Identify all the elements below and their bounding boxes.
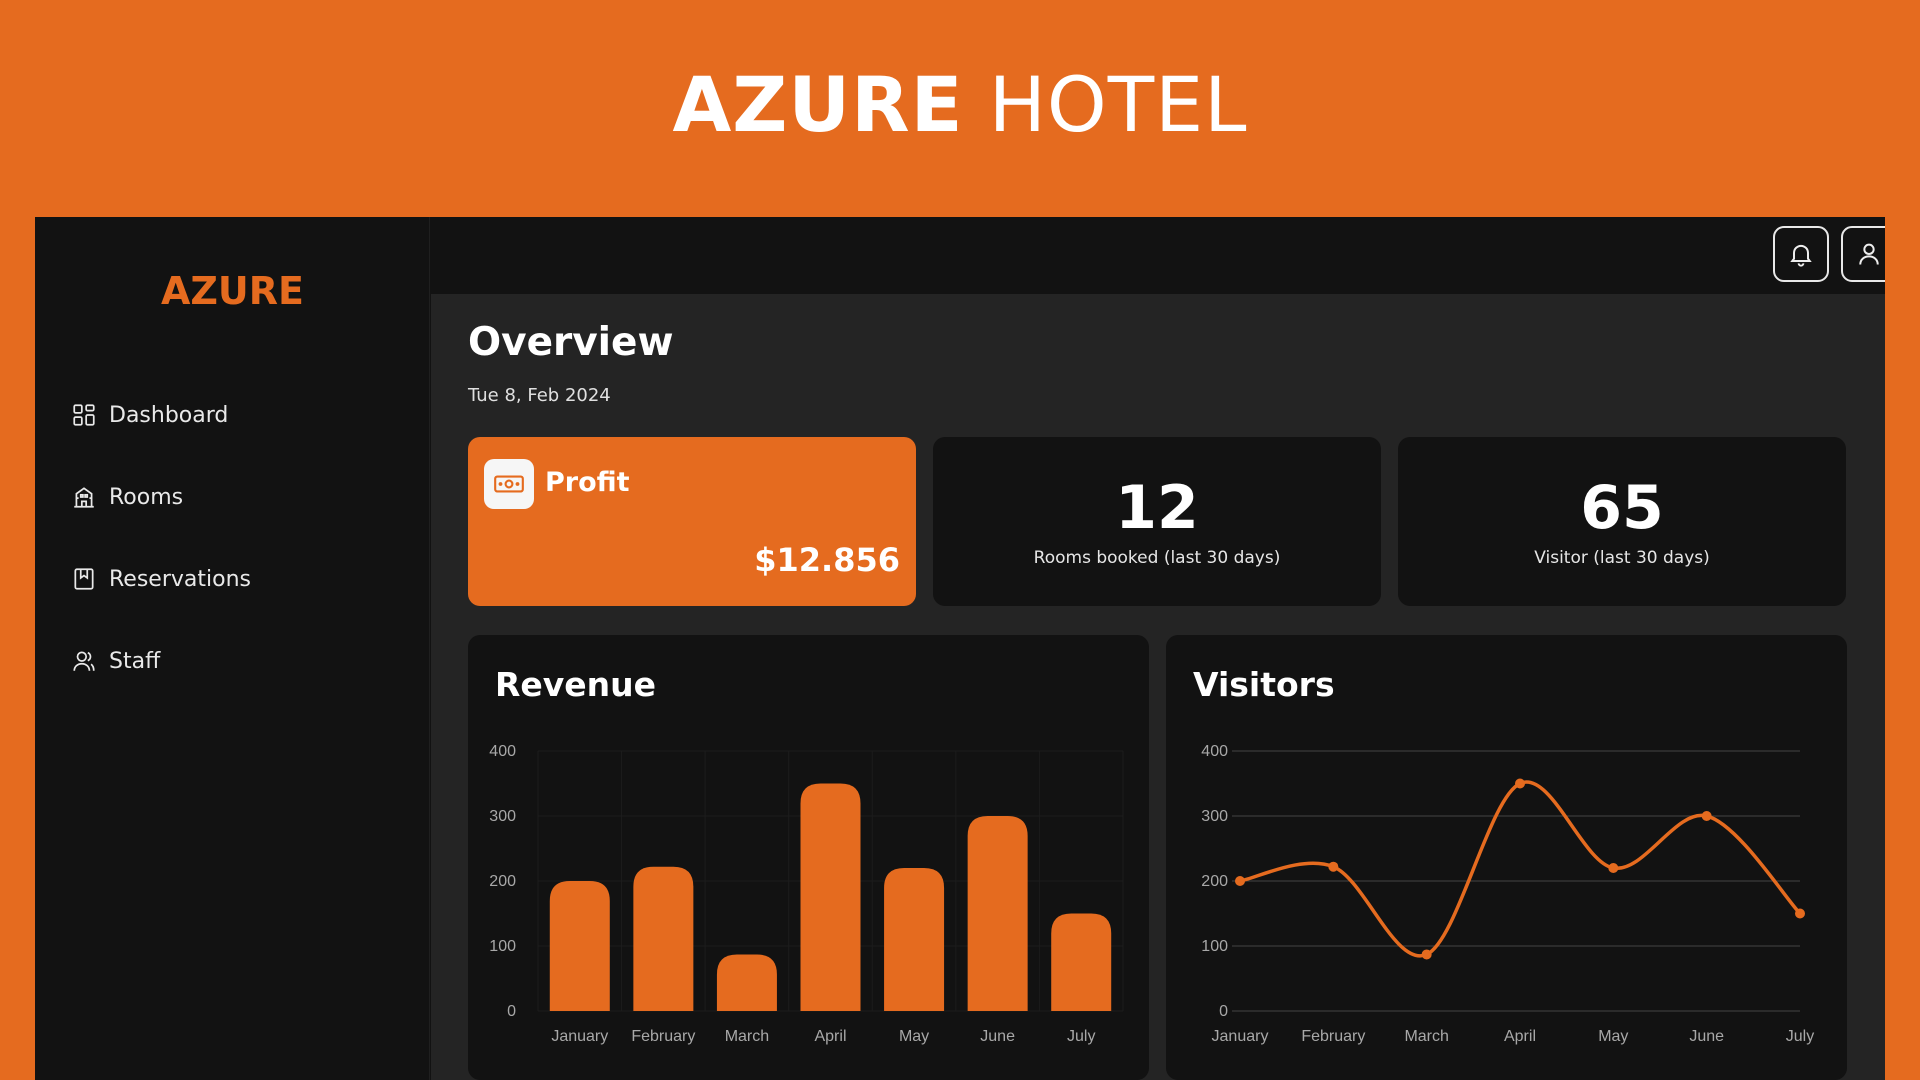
banner-title: AZURE HOTEL	[672, 60, 1247, 149]
revenue-title: Revenue	[495, 665, 657, 704]
money-icon	[484, 459, 534, 509]
sidebar-item-dashboard[interactable]: Dashboard	[71, 400, 251, 430]
sidebar-item-label: Dashboard	[109, 402, 229, 428]
x-tick-label: January	[551, 1028, 608, 1045]
x-tick-label: June	[1689, 1028, 1724, 1045]
x-tick-label: May	[899, 1028, 929, 1045]
y-tick-label: 200	[489, 873, 516, 890]
rooms-booked-value: 12	[1115, 473, 1199, 543]
revenue-bar[interactable]	[549, 881, 610, 1011]
x-tick-label: May	[1598, 1028, 1628, 1045]
dashboard-icon	[73, 404, 95, 426]
y-tick-label: 300	[1201, 808, 1228, 825]
profit-card[interactable]: Profit $12.856	[468, 437, 916, 606]
visitors-point[interactable]	[1515, 778, 1525, 789]
page-title: Overview	[468, 320, 674, 365]
y-tick-label: 100	[1201, 938, 1228, 955]
y-tick-label: 400	[1201, 743, 1228, 760]
x-tick-label: February	[1301, 1028, 1365, 1045]
building-icon	[74, 487, 94, 508]
sidebar-nav: Dashboard Rooms Reservations Staff	[71, 400, 251, 728]
visitors-point[interactable]	[1328, 861, 1339, 872]
topbar	[431, 217, 1885, 294]
profit-label: Profit	[545, 467, 630, 498]
sidebar-item-label: Reservations	[109, 566, 251, 592]
revenue-bar[interactable]	[967, 816, 1028, 1011]
y-tick-label: 300	[489, 808, 516, 825]
bookmark-icon	[74, 568, 94, 590]
visitors-value: 65	[1580, 473, 1664, 543]
visitors-point[interactable]	[1235, 876, 1245, 886]
x-tick-label: April	[1504, 1028, 1536, 1045]
users-icon	[73, 651, 95, 671]
sidebar-item-label: Staff	[109, 648, 161, 674]
sidebar-item-label: Rooms	[109, 484, 184, 510]
x-tick-label: June	[980, 1028, 1015, 1045]
sidebar-item-reservations[interactable]: Reservations	[71, 564, 251, 594]
y-tick-label: 200	[1201, 873, 1228, 890]
y-tick-label: 400	[489, 743, 516, 760]
banner-title-strong: AZURE	[672, 60, 964, 149]
visitors-card[interactable]: 65 Visitor (last 30 days)	[1398, 437, 1846, 606]
y-tick-label: 0	[1219, 1003, 1228, 1020]
banner: AZURE HOTEL	[0, 0, 1920, 217]
user-icon	[1859, 243, 1879, 265]
revenue-bar[interactable]	[800, 783, 861, 1012]
x-tick-label: March	[1404, 1028, 1448, 1045]
x-tick-label: July	[1067, 1028, 1095, 1045]
sidebar-item-rooms[interactable]: Rooms	[71, 482, 251, 512]
bell-icon	[1790, 244, 1812, 267]
visitors-panel: 0 100 200 300 400 January February March April Ma…	[1166, 635, 1847, 1080]
x-tick-label: April	[814, 1028, 846, 1045]
visitors-label: Visitor (last 30 days)	[1534, 548, 1710, 568]
sidebar-item-staff[interactable]: Staff	[71, 646, 251, 676]
revenue-panel: 0 100 200 300 400 January February March April Ma…	[468, 635, 1149, 1080]
visitors-point[interactable]	[1608, 863, 1619, 873]
app-window: AZURE Dashboard Rooms Reservations Staff…	[35, 217, 1885, 1080]
visitors-point[interactable]	[1421, 949, 1432, 960]
main-content: Overview Tue 8, Feb 2024 Profit $12.856 …	[431, 294, 1885, 1080]
profit-value: $12.856	[754, 541, 900, 579]
x-tick-label: March	[725, 1028, 769, 1045]
sidebar: AZURE Dashboard Rooms Reservations Staff	[35, 217, 430, 1080]
revenue-bar[interactable]	[884, 868, 945, 1011]
visitors-point[interactable]	[1795, 908, 1805, 919]
visitors-point[interactable]	[1701, 811, 1712, 821]
revenue-bar[interactable]	[633, 866, 694, 1011]
revenue-bar[interactable]	[716, 954, 777, 1011]
x-tick-label: July	[1786, 1028, 1814, 1045]
visitors-line	[1239, 780, 1802, 958]
profile-button[interactable]	[1841, 226, 1885, 282]
brand-logo: AZURE	[160, 269, 305, 313]
y-tick-label: 100	[489, 938, 516, 955]
visitors-title: Visitors	[1193, 665, 1335, 704]
x-tick-label: February	[631, 1028, 695, 1045]
revenue-bar[interactable]	[1051, 913, 1112, 1012]
banner-title-light: HOTEL	[988, 60, 1248, 149]
current-date: Tue 8, Feb 2024	[468, 385, 611, 406]
x-tick-label: January	[1212, 1028, 1269, 1045]
rooms-booked-label: Rooms booked (last 30 days)	[1033, 548, 1281, 568]
y-tick-label: 0	[507, 1003, 516, 1020]
rooms-booked-card[interactable]: 12 Rooms booked (last 30 days)	[933, 437, 1381, 606]
notifications-button[interactable]	[1773, 226, 1829, 282]
